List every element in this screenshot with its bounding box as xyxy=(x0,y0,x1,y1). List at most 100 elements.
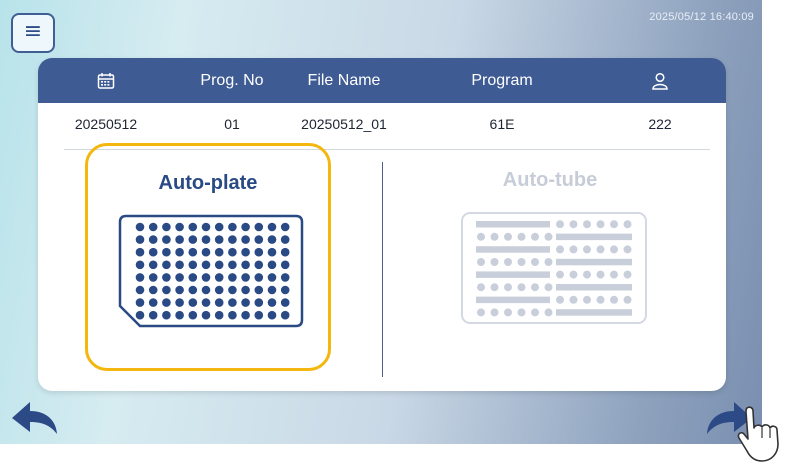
cell-date: 20250512 xyxy=(74,116,138,132)
tube-dot xyxy=(531,258,539,266)
plate-well xyxy=(280,235,290,244)
tube-dot xyxy=(504,308,512,317)
plate-well xyxy=(188,298,198,307)
column-program: Program xyxy=(471,72,533,89)
plate-well xyxy=(201,298,211,307)
tube-strip-bar xyxy=(556,258,632,266)
plate-well xyxy=(135,247,145,257)
plate-well xyxy=(241,273,250,282)
tube-strip-bar xyxy=(556,233,632,241)
plate-well xyxy=(280,222,290,232)
auto-tube-option[interactable]: Auto-tube xyxy=(427,143,673,371)
cell-user: 222 xyxy=(648,116,672,132)
plate-well xyxy=(254,222,264,232)
tube-dot xyxy=(517,232,526,241)
plate-well xyxy=(241,310,250,320)
tube-dot xyxy=(504,232,512,241)
plate-well xyxy=(254,235,264,244)
plate-well xyxy=(162,273,171,282)
plate-well xyxy=(280,247,290,257)
tube-dot xyxy=(490,232,499,241)
plate-well xyxy=(280,310,290,320)
tube-dot xyxy=(477,258,485,266)
tube-dot xyxy=(596,220,605,229)
plate-well xyxy=(228,273,237,282)
plate-well xyxy=(228,285,237,295)
plate-well xyxy=(188,247,198,257)
plate-well xyxy=(228,260,237,270)
plate-well xyxy=(228,310,237,320)
plate-well xyxy=(267,235,277,244)
plate-well xyxy=(241,285,250,295)
plate-well xyxy=(228,235,237,244)
tube-strip-rack-icon xyxy=(461,212,647,324)
tube-dot xyxy=(610,220,618,229)
plate-well xyxy=(241,235,250,244)
plate-well xyxy=(280,273,290,282)
tube-dot xyxy=(517,308,526,317)
plate-well xyxy=(148,298,158,307)
plate-well xyxy=(254,273,264,282)
plate-well xyxy=(201,273,211,282)
plate-well xyxy=(254,260,264,270)
plate-well xyxy=(267,273,277,282)
plate-well xyxy=(135,285,145,295)
plate-well xyxy=(148,247,158,257)
column-prog-no: Prog. No xyxy=(200,72,264,89)
tube-dot xyxy=(517,283,526,292)
tube-dot xyxy=(556,295,564,304)
screen-background: ≡ 2025/05/12 16:40:09 Prog. No File Name… xyxy=(0,0,762,444)
cell-program: 61E xyxy=(489,116,515,132)
plate-well xyxy=(188,310,198,320)
plate-well xyxy=(228,222,237,232)
plate-well xyxy=(280,260,290,270)
plate-well xyxy=(162,298,171,307)
plate-well xyxy=(241,260,250,270)
plate-well xyxy=(188,235,198,244)
plate-well xyxy=(254,298,264,307)
datetime-display: 2025/05/12 16:40:09 xyxy=(649,11,754,23)
run-setup-card: Prog. No File Name Program 20250512 01 2… xyxy=(38,58,726,391)
tube-dot xyxy=(569,245,578,254)
plate-well xyxy=(135,222,145,232)
tube-dot xyxy=(623,295,632,304)
plate-well xyxy=(175,247,184,257)
plate-well xyxy=(214,260,224,270)
back-arrow-icon[interactable] xyxy=(12,400,58,436)
plate-well xyxy=(148,285,158,295)
plate-well xyxy=(254,310,264,320)
plate-well xyxy=(201,235,211,244)
tube-dot xyxy=(504,258,512,266)
tube-dot xyxy=(477,308,485,317)
tube-dot xyxy=(623,270,632,279)
plate-well xyxy=(148,222,158,232)
auto-tube-label: Auto-tube xyxy=(502,169,598,191)
plate-well xyxy=(175,235,184,244)
cell-file-name: 20250512_01 xyxy=(301,116,387,132)
tube-dot xyxy=(596,270,605,279)
table-row[interactable]: 20250512 01 20250512_01 61E 222 xyxy=(38,103,726,145)
tube-dot xyxy=(531,232,539,241)
option-divider xyxy=(382,162,383,377)
plate-well xyxy=(201,247,211,257)
tube-strip-bar xyxy=(556,284,632,291)
menu-button[interactable]: ≡ xyxy=(11,13,55,53)
plate-well xyxy=(188,273,198,282)
plate-well xyxy=(135,298,145,307)
tube-dot xyxy=(517,258,526,266)
hamburger-menu-icon: ≡ xyxy=(23,19,43,44)
tube-dot xyxy=(569,270,578,279)
tube-dot xyxy=(596,295,605,304)
column-date xyxy=(76,58,136,103)
plate-well xyxy=(228,298,237,307)
plate-well xyxy=(175,285,184,295)
plate-well xyxy=(267,222,277,232)
tube-dot xyxy=(610,295,618,304)
tube-dot xyxy=(623,245,632,254)
tube-dot xyxy=(569,220,578,229)
plate-well xyxy=(162,260,171,270)
auto-plate-option[interactable]: Auto-plate xyxy=(85,143,331,371)
tube-dot xyxy=(556,220,564,229)
tube-dot xyxy=(544,308,553,317)
plate-well xyxy=(135,310,145,320)
